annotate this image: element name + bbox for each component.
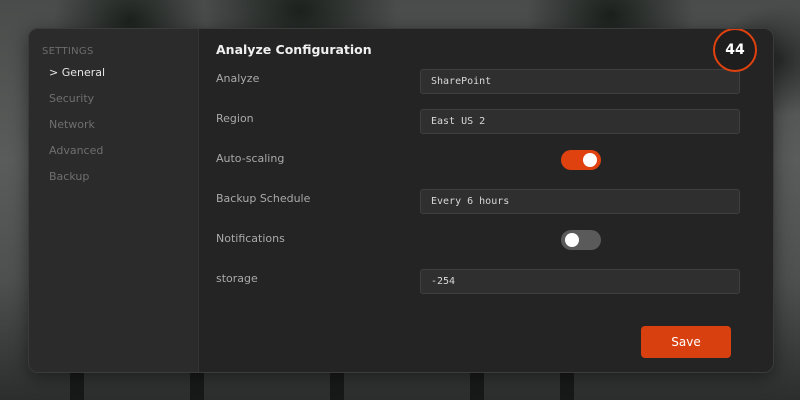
notifications-toggle[interactable] [561, 230, 601, 250]
sidebar-item-backup[interactable]: Backup [49, 170, 89, 183]
analyze-label: Analyze [216, 72, 260, 85]
save-button[interactable]: Save [641, 326, 731, 358]
backup-schedule-input[interactable] [420, 189, 740, 214]
region-input[interactable] [420, 109, 740, 134]
page-title: Analyze Configuration [216, 42, 372, 57]
count-badge: 44 [713, 29, 757, 72]
backup-schedule-label: Backup Schedule [216, 192, 311, 205]
sidebar-item-network[interactable]: Network [49, 118, 95, 131]
sidebar-title: SETTINGS [42, 46, 94, 57]
toggle-knob [583, 153, 597, 167]
sidebar-item-general[interactable]: > General [49, 66, 105, 79]
storage-input[interactable] [420, 269, 740, 294]
sidebar-item-advanced[interactable]: Advanced [49, 144, 103, 157]
settings-sidebar: SETTINGS > General Security Network Adva… [29, 29, 199, 372]
region-label: Region [216, 112, 254, 125]
analyze-input[interactable] [420, 69, 740, 94]
toggle-knob [565, 233, 579, 247]
notifications-label: Notifications [216, 232, 285, 245]
auto-scaling-label: Auto-scaling [216, 152, 285, 165]
storage-label: storage [216, 272, 258, 285]
auto-scaling-toggle[interactable] [561, 150, 601, 170]
settings-main-panel: Analyze Configuration Analyze Region Aut… [199, 29, 773, 372]
settings-card: SETTINGS > General Security Network Adva… [28, 28, 774, 373]
sidebar-item-security[interactable]: Security [49, 92, 94, 105]
